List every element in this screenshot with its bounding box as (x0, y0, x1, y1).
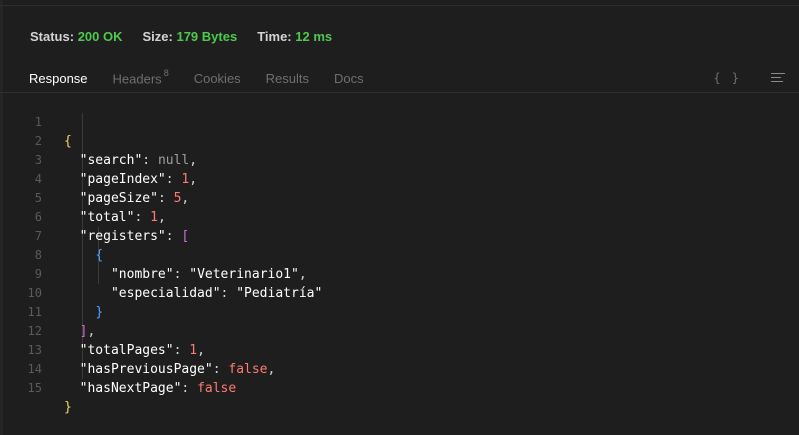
code-line: 2 "search": null, (0, 113, 799, 168)
code-line: 11 ], (0, 284, 799, 339)
code-line: 8 "nombre": "Veterinario1", (0, 227, 799, 282)
time-label: Time: (257, 28, 292, 44)
code-line: 15 } (0, 360, 799, 415)
code-line: 7 { (0, 208, 799, 263)
tab-results[interactable]: Results (266, 71, 309, 86)
code-line: 4 "pageSize": 5, (0, 151, 799, 206)
size-value: 179 Bytes (176, 28, 238, 44)
code-line: 12 "totalPages": 1, (0, 303, 799, 358)
tab-response[interactable]: Response (29, 71, 88, 86)
response-panel: Status: 200 OK Size: 179 Bytes Time: 12 … (0, 0, 799, 435)
json-brace: } (64, 400, 72, 415)
status-label: Status: (30, 28, 75, 44)
response-tabs: Response Headers 8 Cookies Results Docs (29, 68, 389, 88)
code-line: 10 } (0, 265, 799, 320)
status-stat: Status: 200 OK (30, 29, 123, 44)
tab-cookies[interactable]: Cookies (194, 71, 241, 86)
line-number: 15 (27, 381, 42, 395)
tab-docs[interactable]: Docs (334, 71, 364, 86)
code-line: 1 { (0, 94, 799, 149)
size-stat: Size: 179 Bytes (143, 29, 238, 44)
code-line: 14 "hasNextPage": false (0, 341, 799, 396)
response-toolbar: { } (713, 68, 785, 88)
status-value: 200 OK (77, 28, 123, 44)
code-line: 6 "registers": [ (0, 189, 799, 244)
code-line: 13 "hasPreviousPage": false, (0, 322, 799, 377)
top-border (0, 5, 799, 6)
json-value: false (197, 381, 237, 396)
json-key: "hasNextPage" (79, 381, 182, 396)
time-stat: Time: 12 ms (257, 29, 332, 44)
menu-lines-icon[interactable] (771, 73, 785, 83)
size-label: Size: (142, 28, 173, 44)
tab-divider (0, 92, 799, 93)
code-line: 9 "especialidad": "Pediatría" (0, 246, 799, 301)
code-line: 3 "pageIndex": 1, (0, 132, 799, 187)
status-bar: Status: 200 OK Size: 179 Bytes Time: 12 … (30, 27, 352, 45)
headers-count-badge: 8 (163, 67, 169, 78)
format-json-icon[interactable]: { } (713, 71, 741, 85)
json-viewer[interactable]: 1 { 2 "search": null, 3 "pageIndex": 1, … (0, 94, 799, 415)
code-line: 5 "total": 1, (0, 170, 799, 225)
tab-headers[interactable]: Headers 8 (112, 67, 169, 87)
tab-headers-label: Headers (112, 71, 162, 87)
time-value: 12 ms (295, 28, 333, 44)
